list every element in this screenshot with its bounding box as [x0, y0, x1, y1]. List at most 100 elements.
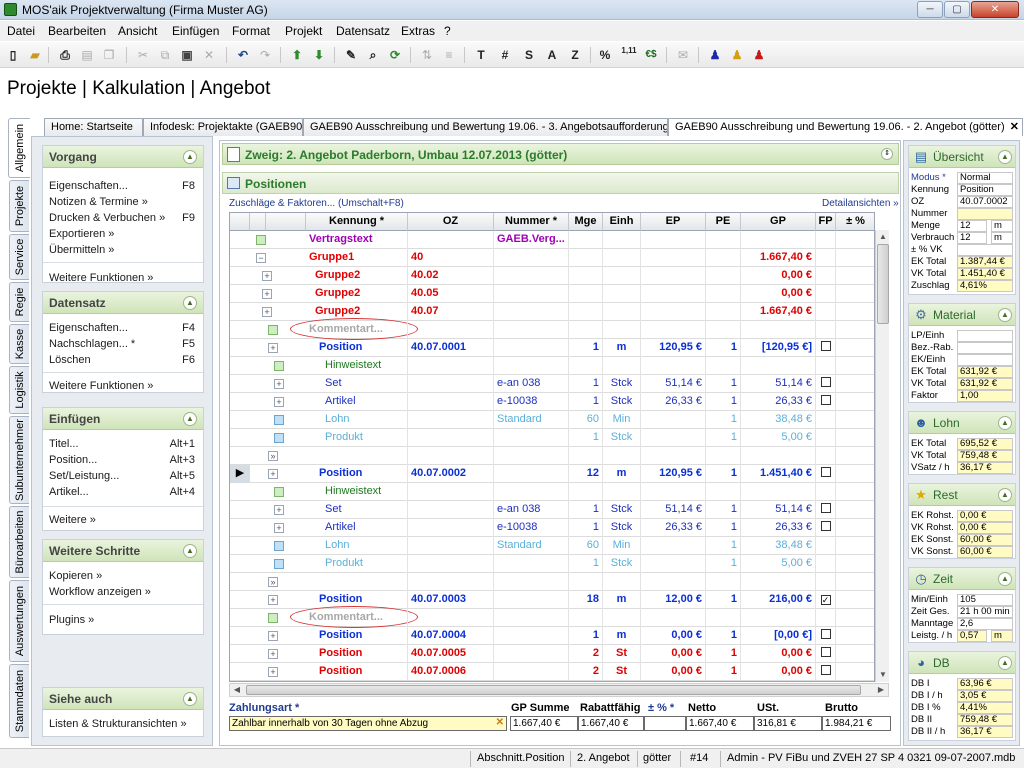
rest-header[interactable]: ★ Rest ▲: [909, 484, 1015, 506]
cell-pm[interactable]: [836, 573, 874, 591]
vertical-scrollbar[interactable]: ▲ ▼: [875, 230, 889, 682]
cell-fp[interactable]: [816, 501, 836, 519]
cell-ep[interactable]: 12,00 €: [641, 591, 706, 609]
cell-nr[interactable]: [494, 627, 569, 645]
col-ep[interactable]: EP: [641, 213, 706, 231]
cell-fp[interactable]: [816, 375, 836, 393]
cell-ep[interactable]: 51,14 €: [641, 501, 706, 519]
cell-ep[interactable]: 26,33 €: [641, 393, 706, 411]
edit-pencil-icon[interactable]: ✎: [342, 46, 360, 64]
db-header[interactable]: ◕ DB ▲: [909, 652, 1015, 674]
tree-expander-icon[interactable]: +: [268, 649, 278, 659]
cell-gp[interactable]: 5,00 €: [741, 555, 816, 573]
fp-checkbox[interactable]: [820, 341, 831, 351]
cell-mge[interactable]: [569, 573, 603, 591]
detailansichten-link[interactable]: Detailansichten »: [822, 198, 899, 209]
fp-checkbox[interactable]: [820, 629, 831, 639]
toolbar-t[interactable]: T: [472, 46, 490, 64]
link-workflow[interactable]: Workflow anzeigen »: [49, 586, 151, 598]
tree-expander-icon[interactable]: +: [274, 505, 284, 515]
cell-fp[interactable]: [816, 537, 836, 555]
cell-oz[interactable]: 40.07.0004: [408, 627, 494, 645]
cell-einh[interactable]: [603, 231, 641, 249]
cell-fp[interactable]: [816, 357, 836, 375]
cell-pe[interactable]: 1: [706, 339, 741, 357]
cell-gp[interactable]: [0,00 €]: [741, 627, 816, 645]
cell-k[interactable]: [306, 447, 408, 465]
field-value[interactable]: 12: [957, 220, 987, 232]
menu-ansicht[interactable]: Ansicht: [118, 24, 157, 38]
table-row[interactable]: + Position 40.07.0006 2 St 0,00 €1 0,00 €: [230, 663, 874, 681]
cell-nr[interactable]: [494, 429, 569, 447]
toolbar-currency[interactable]: €$: [642, 46, 660, 64]
cell-nr[interactable]: [494, 573, 569, 591]
cell-mge[interactable]: 1: [569, 555, 603, 573]
cell-fp[interactable]: [816, 285, 836, 303]
tree-expander-icon[interactable]: +: [274, 397, 284, 407]
cell-einh[interactable]: m: [603, 465, 641, 483]
field-value[interactable]: 695,52 €: [957, 438, 1013, 450]
cell-oz[interactable]: [408, 411, 494, 429]
title-bar[interactable]: MOS'aik Projektverwaltung (Firma Muster …: [0, 0, 1024, 20]
cell-ep[interactable]: 0,00 €: [641, 627, 706, 645]
cell-nr[interactable]: [494, 609, 569, 627]
collapse-icon[interactable]: ▲: [183, 544, 197, 558]
cell-pe[interactable]: [706, 249, 741, 267]
cell-mge[interactable]: 60: [569, 411, 603, 429]
cell-nr[interactable]: Standard: [494, 411, 569, 429]
cell-pe[interactable]: 1: [706, 627, 741, 645]
cell-einh[interactable]: Stck: [603, 519, 641, 537]
field-value[interactable]: [957, 244, 1013, 256]
cell-pm[interactable]: [836, 411, 874, 429]
cell-oz[interactable]: [408, 537, 494, 555]
field-value[interactable]: 21 h 00 min: [957, 606, 1013, 618]
menu-help[interactable]: ?: [444, 24, 451, 38]
cell-fp[interactable]: [816, 411, 836, 429]
cell-gp[interactable]: 1.451,40 €: [741, 465, 816, 483]
cell-fp[interactable]: [816, 249, 836, 267]
vtab-auswertungen[interactable]: Auswertungen: [9, 580, 29, 662]
cell-oz[interactable]: [408, 573, 494, 591]
toolbar-a[interactable]: A: [543, 46, 561, 64]
user-yellow-icon[interactable]: ♟: [728, 46, 746, 64]
cell-ep[interactable]: 120,95 €: [641, 339, 706, 357]
cell-pe[interactable]: [706, 357, 741, 375]
field-value[interactable]: 60,00 €: [957, 534, 1013, 546]
cell-einh[interactable]: Stck: [603, 555, 641, 573]
section-siehe-auch-header[interactable]: Siehe auch ▲: [43, 688, 203, 710]
cell-oz[interactable]: [408, 321, 494, 339]
cell-ep[interactable]: [641, 537, 706, 555]
cell-pe[interactable]: [706, 447, 741, 465]
cell-nr[interactable]: [494, 321, 569, 339]
table-row[interactable]: Hinweistext: [230, 357, 874, 375]
fp-checkbox[interactable]: ✓: [820, 595, 831, 605]
cell-gp[interactable]: 0,00 €: [741, 663, 816, 681]
cell-pm[interactable]: [836, 645, 874, 663]
menu-einfuegen[interactable]: Einfügen: [172, 24, 219, 38]
menu-bearbeiten[interactable]: Bearbeiten: [48, 24, 106, 38]
collapse-icon[interactable]: ▲: [998, 416, 1012, 430]
open-folder-icon[interactable]: ▰: [26, 46, 44, 64]
cell-nr[interactable]: [494, 267, 569, 285]
cell-fp[interactable]: [816, 609, 836, 627]
lohn-header[interactable]: ☻ Lohn ▲: [909, 412, 1015, 434]
cell-mge[interactable]: [569, 231, 603, 249]
cell-gp[interactable]: [741, 573, 816, 591]
section-einfuegen-header[interactable]: Einfügen ▲: [43, 408, 203, 430]
cell-einh[interactable]: [603, 285, 641, 303]
link-weitere-funktionen[interactable]: Weitere Funktionen »: [49, 272, 153, 284]
cell-mge[interactable]: [569, 447, 603, 465]
cell-gp[interactable]: 0,00 €: [741, 267, 816, 285]
cell-fp[interactable]: [816, 555, 836, 573]
new-document-icon[interactable]: ▯: [4, 46, 22, 64]
tree-expander-icon[interactable]: +: [268, 667, 278, 677]
col-gp[interactable]: GP: [741, 213, 816, 231]
section-weitere-schritte-header[interactable]: Weitere Schritte ▲: [43, 540, 203, 562]
cell-einh[interactable]: [603, 267, 641, 285]
toolbar-hash[interactable]: #: [496, 46, 514, 64]
collapse-icon[interactable]: ▲: [998, 308, 1012, 322]
menu-projekt[interactable]: Projekt: [285, 24, 322, 38]
cell-gp[interactable]: 51,14 €: [741, 375, 816, 393]
cell-ep[interactable]: [641, 357, 706, 375]
cell-ep[interactable]: [641, 321, 706, 339]
